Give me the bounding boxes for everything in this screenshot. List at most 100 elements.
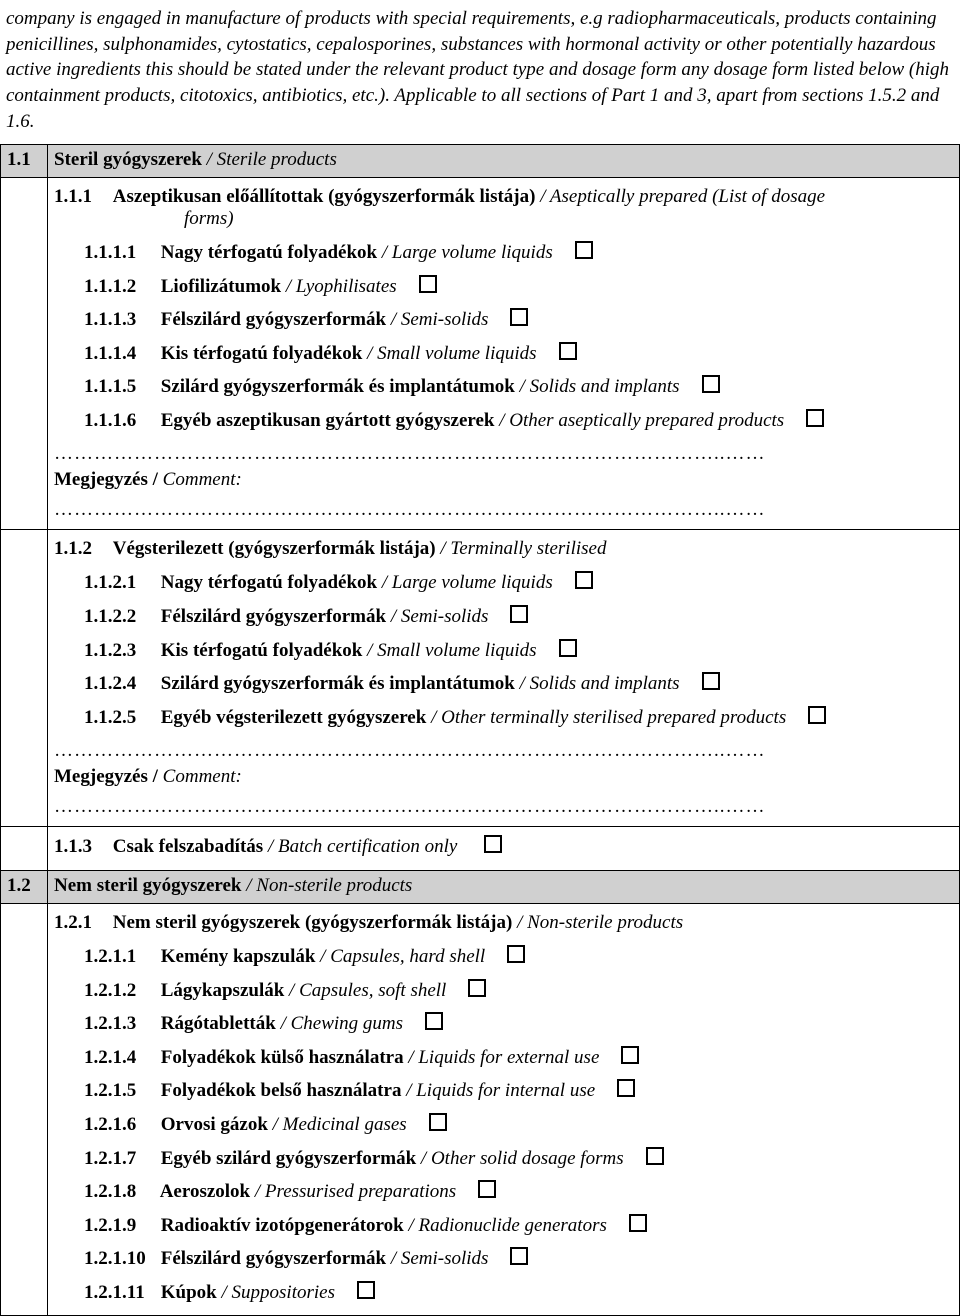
sep: / xyxy=(315,946,330,967)
sep: / xyxy=(401,1080,416,1101)
item-label-en: Capsules, hard shell xyxy=(330,946,485,967)
comment-hu: Megjegyzés xyxy=(54,766,148,787)
checkbox-icon[interactable] xyxy=(478,1180,496,1198)
section-1-1-1-row: 1.1.1 Aszeptikusan előállítottak (gyógys… xyxy=(1,178,960,530)
checkbox-icon[interactable] xyxy=(617,1079,635,1097)
item-label-en: Semi-solids xyxy=(401,1248,489,1269)
sep: / xyxy=(386,1248,401,1269)
aseptic-item: 1.1.1.2 Liofilizátumok / Lyophilisates xyxy=(54,270,953,304)
subsection-1-1-2-heading: 1.1.2 Végsterilezett (gyógyszerformák li… xyxy=(54,534,953,566)
checkbox-icon[interactable] xyxy=(484,835,502,853)
sep: / xyxy=(494,410,509,431)
item-label-hu: Rágótabletták xyxy=(156,1013,276,1034)
item-label-en: Small volume liquids xyxy=(377,343,536,364)
nonsterile-item: 1.2.1.3 Rágótabletták / Chewing gums xyxy=(54,1007,953,1041)
item-number: 1.2.1.9 xyxy=(84,1212,156,1240)
item-label-en: Semi-solids xyxy=(401,309,489,330)
item-label-hu: Szilárd gyógyszerformák és implantátumok xyxy=(156,673,515,694)
nonsterile-item: 1.2.1.4 Folyadékok külső használatra / L… xyxy=(54,1041,953,1075)
checkbox-icon[interactable] xyxy=(575,571,593,589)
item-number: 1.1.1.2 xyxy=(84,273,156,301)
checkbox-icon[interactable] xyxy=(629,1214,647,1232)
checkbox-icon[interactable] xyxy=(419,275,437,293)
aseptic-item: 1.1.1.1 Nagy térfogatú folyadékok / Larg… xyxy=(54,236,953,270)
item-label-hu: Félszilárd gyógyszerformák xyxy=(156,309,386,330)
item-number: 1.1.1.6 xyxy=(84,407,156,435)
checkbox-icon[interactable] xyxy=(507,945,525,963)
checkbox-icon[interactable] xyxy=(559,342,577,360)
terminal-item: 1.1.2.1 Nagy térfogatú folyadékok / Larg… xyxy=(54,566,953,600)
item-number: 1.2.1.6 xyxy=(84,1111,156,1139)
checkbox-icon[interactable] xyxy=(559,639,577,657)
dotted-line: ………………………………………………………………………………………..…… xyxy=(54,437,953,467)
item-label-hu: Kúpok xyxy=(156,1282,217,1303)
item-label-en: Other terminally sterilised prepared pro… xyxy=(441,707,786,728)
section-1-2-title-en: Non-sterile products xyxy=(256,875,412,896)
item-number: 1.1.2.5 xyxy=(84,704,156,732)
nonsterile-item: 1.2.1.10 Félszilárd gyógyszerformák / Se… xyxy=(54,1242,953,1276)
subsection-1-2-1-heading: 1.2.1 Nem steril gyógyszerek (gyógyszerf… xyxy=(54,908,953,940)
checkbox-icon[interactable] xyxy=(510,308,528,326)
subsection-1-1-1-number: 1.1.1 xyxy=(54,186,108,208)
sep: / xyxy=(250,1181,265,1202)
item-label-en: Capsules, soft shell xyxy=(299,980,446,1001)
item-label-en: Large volume liquids xyxy=(392,242,553,263)
item-label-hu: Lágykapszulák xyxy=(156,980,284,1001)
item-label-en: Other aseptically prepared products xyxy=(509,410,784,431)
checkbox-icon[interactable] xyxy=(621,1046,639,1064)
item-number: 1.2.1.5 xyxy=(84,1077,156,1105)
item-label-hu: Orvosi gázok xyxy=(156,1114,268,1135)
item-label-hu: Folyadékok külső használatra xyxy=(156,1047,404,1068)
subsection-1-1-2-title-en: Terminally sterilised xyxy=(450,538,606,559)
checkbox-icon[interactable] xyxy=(357,1281,375,1299)
sep: / xyxy=(377,572,392,593)
comment-en: Comment: xyxy=(163,766,242,787)
item-label-en: Other solid dosage forms xyxy=(431,1148,624,1169)
item-label-en: Large volume liquids xyxy=(392,572,553,593)
item-label-en: Medicinal gases xyxy=(283,1114,407,1135)
terminal-item: 1.1.2.5 Egyéb végsterilezett gyógyszerek… xyxy=(54,701,953,735)
checkbox-icon[interactable] xyxy=(429,1113,447,1131)
comment-label: Megjegyzés / Comment: xyxy=(54,467,953,493)
nonsterile-item: 1.2.1.11 Kúpok / Suppositories xyxy=(54,1276,953,1310)
checkbox-icon[interactable] xyxy=(510,1247,528,1265)
sep: / xyxy=(377,242,392,263)
checkbox-icon[interactable] xyxy=(702,672,720,690)
checkbox-icon[interactable] xyxy=(702,375,720,393)
nonsterile-item: 1.2.1.7 Egyéb szilárd gyógyszerformák / … xyxy=(54,1142,953,1176)
item-number: 1.1.2.3 xyxy=(84,637,156,665)
item-number: 1.2.1.1 xyxy=(84,943,156,971)
aseptic-item: 1.1.1.3 Félszilárd gyógyszerformák / Sem… xyxy=(54,303,953,337)
item-label-hu: Nagy térfogatú folyadékok xyxy=(156,572,377,593)
item-label-hu: Félszilárd gyógyszerformák xyxy=(156,606,386,627)
sep: / xyxy=(284,980,299,1001)
terminal-item: 1.1.2.4 Szilárd gyógyszerformák és impla… xyxy=(54,667,953,701)
checkbox-icon[interactable] xyxy=(808,706,826,724)
checkbox-icon[interactable] xyxy=(425,1012,443,1030)
checkbox-icon[interactable] xyxy=(510,605,528,623)
item-number: 1.1.2.2 xyxy=(84,603,156,631)
intro-paragraph: company is engaged in manufacture of pro… xyxy=(0,0,960,144)
item-label-hu: Folyadékok belső használatra xyxy=(156,1080,401,1101)
checkbox-icon[interactable] xyxy=(575,241,593,259)
nonsterile-item: 1.2.1.2 Lágykapszulák / Capsules, soft s… xyxy=(54,974,953,1008)
checkbox-icon[interactable] xyxy=(468,979,486,997)
section-1-2-header: 1.2 Nem steril gyógyszerek / Non-sterile… xyxy=(1,871,960,904)
checkbox-icon[interactable] xyxy=(806,409,824,427)
checkbox-icon[interactable] xyxy=(646,1147,664,1165)
item-number: 1.2.1.4 xyxy=(84,1044,156,1072)
subsection-1-1-1-title-hu: Aszeptikusan előállítottak (gyógyszerfor… xyxy=(113,186,536,207)
nonsterile-item: 1.2.1.5 Folyadékok belső használatra / L… xyxy=(54,1074,953,1108)
section-1-2-title-hu: Nem steril gyógyszerek xyxy=(54,875,241,896)
terminal-item: 1.1.2.2 Félszilárd gyógyszerformák / Sem… xyxy=(54,600,953,634)
aseptic-item: 1.1.1.4 Kis térfogatú folyadékok / Small… xyxy=(54,337,953,371)
section-1-1-title-en: Sterile products xyxy=(217,149,337,170)
section-1-1-title-hu: Steril gyógyszerek xyxy=(54,149,202,170)
item-number: 1.2.1.7 xyxy=(84,1145,156,1173)
item-label-en: Pressurised preparations xyxy=(265,1181,456,1202)
nonsterile-item: 1.2.1.6 Orvosi gázok / Medicinal gases xyxy=(54,1108,953,1142)
subsection-1-1-2-title-hu: Végsterilezett (gyógyszerformák listája) xyxy=(113,538,436,559)
sep: / xyxy=(241,875,256,896)
sep: / xyxy=(515,376,530,397)
section-1-1-number: 1.1 xyxy=(1,145,48,178)
